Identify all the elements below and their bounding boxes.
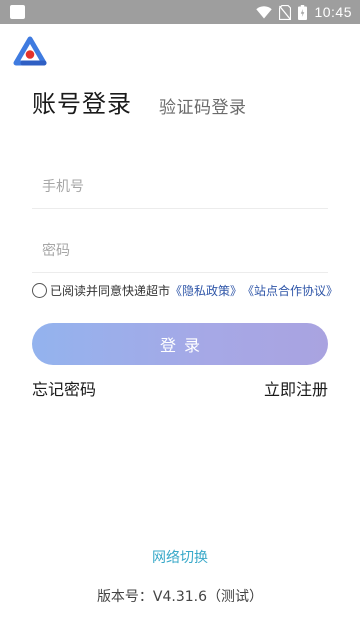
notification-square-icon [10,5,25,19]
register-link[interactable]: 立即注册 [264,376,328,400]
status-icons: 10:45 [256,0,352,24]
agreement-text: 已阅读并同意快递超市 [50,283,171,298]
wifi-icon [256,5,273,18]
version-label: 版本号：V4.31.6（测试） [96,589,264,605]
network-switch-link[interactable]: 网络切换 [0,547,360,567]
phone-field-wrapper [32,165,328,209]
tab-code-login[interactable]: 验证码登录 [159,93,247,118]
status-time: 10:45 [314,4,352,20]
login-button[interactable]: 登录 [32,323,328,365]
site-agreement-link[interactable]: 《站点合作协议》 [242,282,338,299]
app-logo-icon [13,36,47,66]
forgot-password-link[interactable]: 忘记密码 [32,376,96,400]
tab-account-login[interactable]: 账号登录 [32,84,132,119]
password-field-wrapper [32,229,328,273]
agreement-checkbox[interactable] [32,282,47,298]
password-input[interactable] [32,229,328,272]
no-sim-icon [279,4,292,20]
battery-icon [298,4,308,20]
phone-input[interactable] [32,165,328,208]
agreement-row: 已阅读并同意快递超市 《隐私政策》 《站点合作协议》 [32,281,338,299]
status-bar: 10:45 [0,0,360,24]
privacy-policy-link[interactable]: 《隐私政策》 [170,282,242,299]
